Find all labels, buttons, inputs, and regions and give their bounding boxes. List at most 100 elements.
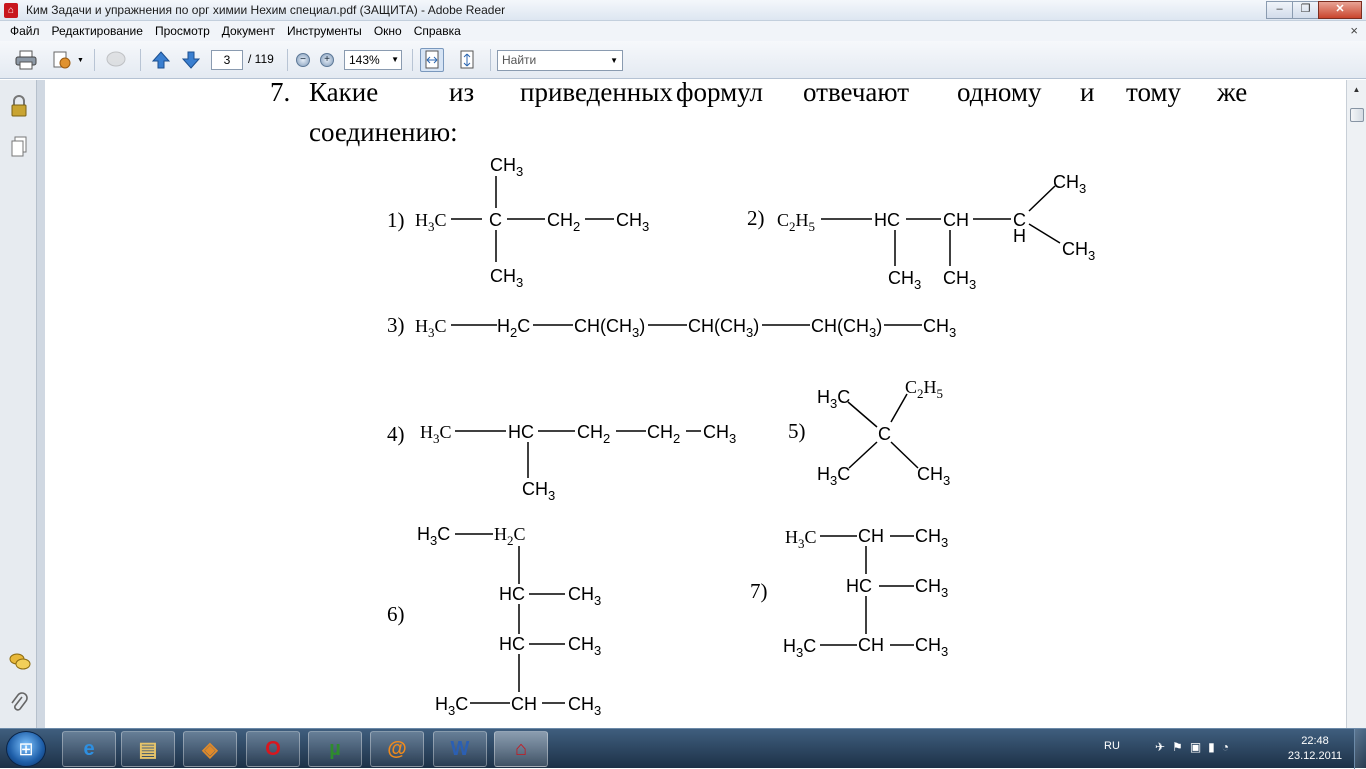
- menu-document[interactable]: Документ: [216, 24, 281, 38]
- close-document-icon[interactable]: ×: [1350, 23, 1358, 38]
- previous-page-icon[interactable]: [149, 48, 173, 72]
- find-input[interactable]: Найти ▼: [497, 50, 623, 71]
- pages-icon[interactable]: [9, 136, 29, 157]
- question-word: из: [449, 80, 474, 107]
- formula-label: 2): [747, 206, 765, 230]
- atom-group: CH2: [547, 210, 580, 234]
- menu-help[interactable]: Справка: [408, 24, 467, 38]
- atom-group: C2H5: [777, 210, 815, 234]
- atom-group: CH2: [577, 422, 610, 446]
- start-button[interactable]: ⊞: [6, 731, 46, 767]
- page-number-input[interactable]: 3: [211, 50, 243, 70]
- acrobat-taskbar-icon[interactable]: ⌂: [494, 731, 548, 767]
- scroll-up-icon[interactable]: ▲: [1349, 82, 1364, 97]
- formula-label: 6): [387, 602, 405, 626]
- atom-group: HC: [508, 422, 534, 442]
- atom-group: CH3: [915, 526, 948, 550]
- menu-file[interactable]: Файл: [4, 24, 46, 38]
- fit-width-icon[interactable]: [420, 48, 444, 72]
- menu-window[interactable]: Окно: [368, 24, 408, 38]
- atom-group: CH: [943, 210, 969, 230]
- atom-group: CH3: [616, 210, 649, 234]
- formula-3: H3C H2C CH(CH3) CH(CH3) CH(CH3) CH3: [415, 316, 956, 340]
- chevron-down-icon: ▼: [391, 55, 399, 64]
- show-desktop-button[interactable]: [1354, 729, 1366, 769]
- atom-group: CH3: [522, 479, 555, 503]
- fit-page-icon[interactable]: [455, 48, 479, 72]
- question-word: приведенных: [520, 80, 673, 107]
- question-word: и: [1080, 80, 1094, 107]
- comment-icon[interactable]: [104, 48, 128, 72]
- attachments-icon[interactable]: [9, 692, 29, 712]
- zoom-select[interactable]: 143% ▼: [344, 50, 402, 70]
- atom-group: H3C: [420, 422, 452, 446]
- atom-group: CH3: [1053, 172, 1086, 196]
- mail-agent-icon[interactable]: @: [370, 731, 424, 767]
- comments-icon[interactable]: [9, 652, 31, 672]
- clock[interactable]: 22:48 23.12.2011: [1284, 734, 1346, 764]
- internet-explorer-icon[interactable]: e: [62, 731, 116, 767]
- formula-label: 4): [387, 422, 405, 446]
- menu-tools[interactable]: Инструменты: [281, 24, 368, 38]
- atom-group: CH2: [647, 422, 680, 446]
- zoom-in-icon[interactable]: +: [320, 53, 334, 67]
- find-placeholder: Найти: [502, 53, 537, 67]
- menu-view[interactable]: Просмотр: [149, 24, 216, 38]
- bond-lines: [451, 176, 1061, 704]
- system-tray-icons[interactable]: ✈⚑▣▮◔: [1155, 740, 1236, 754]
- atom-group: CH3: [490, 155, 523, 179]
- atom-group: HC: [874, 210, 900, 230]
- opera-icon[interactable]: O: [246, 731, 300, 767]
- close-button[interactable]: ✕: [1318, 1, 1362, 19]
- toolbar-separator: [140, 49, 141, 71]
- zoom-out-icon[interactable]: −: [296, 53, 310, 67]
- control-panel-icon[interactable]: ◈: [183, 731, 237, 767]
- vertical-scrollbar[interactable]: ▲: [1346, 80, 1366, 728]
- share-icon[interactable]: [50, 48, 74, 72]
- document-page: 7. Какие из приведенных формул отвечают …: [45, 80, 1346, 728]
- atom-group: CH3: [703, 422, 736, 446]
- atom-group: CH: [858, 526, 884, 546]
- formula-1: CH3 H3C C CH2 CH3 CH3: [415, 155, 649, 290]
- chevron-down-icon: ▼: [610, 56, 618, 65]
- atom-group: CH: [858, 635, 884, 655]
- menu-edit[interactable]: Редактирование: [46, 24, 149, 38]
- share-dropdown-icon[interactable]: ▼: [77, 57, 84, 64]
- atom-group: H: [1013, 226, 1026, 246]
- minimize-button[interactable]: –: [1266, 1, 1293, 19]
- file-explorer-icon[interactable]: ▤: [121, 731, 175, 767]
- atom-group: CH3: [568, 694, 601, 718]
- atom-group: H3C: [783, 636, 816, 660]
- word-icon[interactable]: W: [433, 731, 487, 767]
- navigation-pane: [0, 80, 37, 728]
- next-page-icon[interactable]: [179, 48, 203, 72]
- atom-group: CH3: [888, 268, 921, 292]
- restore-button[interactable]: ❐: [1292, 1, 1319, 19]
- chemistry-page: 7. Какие из приведенных формул отвечают …: [270, 80, 1247, 718]
- lock-icon[interactable]: [9, 95, 29, 117]
- atom-group: H3C: [417, 524, 450, 548]
- question-word: формул: [676, 80, 763, 107]
- atom-group: C: [489, 210, 502, 230]
- atom-group: CH3: [915, 635, 948, 659]
- atom-group: H3C: [817, 387, 850, 411]
- title-bar: ⌂ Ким Задачи и упражнения по орг химии Н…: [0, 0, 1366, 21]
- window-controls: – ❐ ✕: [1266, 1, 1362, 20]
- atom-group: HC: [499, 634, 525, 654]
- atom-group: HC: [846, 576, 872, 596]
- print-icon[interactable]: [14, 48, 38, 72]
- atom-group: CH: [511, 694, 537, 714]
- formula-label: 3): [387, 313, 405, 337]
- scroll-thumb[interactable]: [1350, 108, 1364, 122]
- formula-2: C2H5 HC CH C H CH3 CH3 CH3 CH3: [777, 172, 1095, 292]
- toolbar-separator: [94, 49, 95, 71]
- utorrent-icon[interactable]: µ: [308, 731, 362, 767]
- toolbar-separator: [287, 49, 288, 71]
- language-indicator[interactable]: RU: [1104, 740, 1120, 752]
- atom-group: CH3: [943, 268, 976, 292]
- formula-label: 1): [387, 208, 405, 232]
- pane-splitter[interactable]: [37, 80, 45, 728]
- taskbar: ⊞ e ▤ ◈ O µ @ W ⌂ RU ✈⚑▣▮◔ 22:48 23.12.2…: [0, 728, 1366, 769]
- formula-4: H3C HC CH2 CH2 CH3 CH3: [420, 422, 736, 503]
- atom-group: C: [878, 424, 891, 444]
